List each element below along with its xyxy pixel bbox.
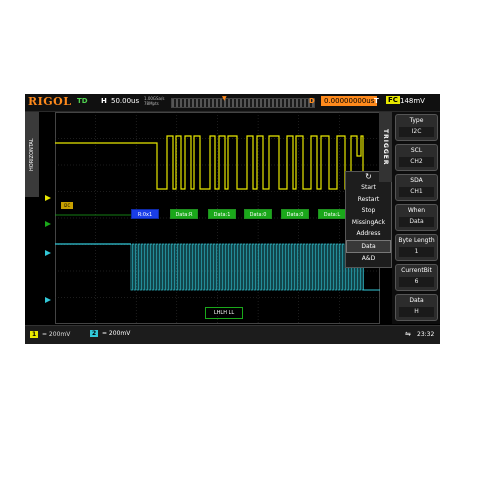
softkey-label: Byte Length bbox=[398, 237, 435, 244]
ch1-vertical-scale[interactable]: = 200mV bbox=[42, 331, 70, 338]
softkey-panel: Type I2C SCL CH2 SDA CH1 When Data Byte … bbox=[392, 112, 440, 324]
softkey-label: SCL bbox=[410, 147, 423, 154]
oscilloscope-screen: RIGOL TD H 50.00us 1.00GSa/s 78Mpts ▼ D … bbox=[25, 94, 440, 344]
menu-option-restart[interactable]: Restart bbox=[346, 194, 391, 206]
data-pattern-readout: LHLH LL bbox=[205, 307, 243, 319]
when-options-popup: ↻ Start Restart Stop MissingAck Address … bbox=[345, 171, 392, 268]
ch2-badge[interactable]: 2 bbox=[90, 330, 99, 337]
softkey-label: Data bbox=[409, 297, 424, 304]
menu-option-missingack[interactable]: MissingAck bbox=[346, 217, 391, 229]
decode-packet: Data:0 bbox=[281, 209, 309, 219]
ch2-clock-pulses bbox=[130, 243, 364, 291]
system-clock: 23:32 bbox=[417, 331, 435, 338]
usb-icon: ⇋ bbox=[405, 330, 411, 338]
menu-option-start[interactable]: Start bbox=[346, 182, 391, 194]
ch1-badge[interactable]: 1 bbox=[30, 331, 39, 338]
softkey-label: Type bbox=[409, 117, 424, 124]
decode-packet: Data:0 bbox=[244, 209, 272, 219]
softkey-label: When bbox=[407, 207, 426, 214]
bottom-status-bar: 1 = 200mV 2 = 200mV ⇋ 23:32 bbox=[25, 325, 440, 344]
softkey-data[interactable]: Data H bbox=[395, 294, 438, 321]
decode-packet-address: R:0x1 bbox=[131, 209, 159, 219]
i2c-bus-tag: I2C bbox=[61, 202, 73, 209]
decode-packet: Data:R bbox=[170, 209, 198, 219]
softkey-label: CurrentBit bbox=[401, 267, 432, 274]
softkey-value: 6 bbox=[399, 277, 434, 287]
softkey-when[interactable]: When Data bbox=[395, 204, 438, 231]
softkey-label: SDA bbox=[410, 177, 423, 184]
menu-option-address[interactable]: Address bbox=[346, 228, 391, 240]
trigger-level-marker[interactable] bbox=[45, 288, 51, 303]
ch1-sda-trace bbox=[55, 135, 364, 190]
softkey-current-bit[interactable]: CurrentBit 6 bbox=[395, 264, 438, 291]
softkey-scl[interactable]: SCL CH2 bbox=[395, 144, 438, 171]
menu-option-stop[interactable]: Stop bbox=[346, 205, 391, 217]
softkey-byte-length[interactable]: Byte Length 1 bbox=[395, 234, 438, 261]
softkey-sda[interactable]: SDA CH1 bbox=[395, 174, 438, 201]
menu-option-data[interactable]: Data bbox=[346, 239, 391, 253]
softkey-value: H bbox=[399, 307, 434, 317]
softkey-value: Data bbox=[399, 217, 434, 227]
softkey-value: I2C bbox=[399, 127, 434, 137]
decode-offset-marker[interactable] bbox=[45, 212, 51, 227]
ch2-offset-marker[interactable] bbox=[45, 241, 51, 256]
softkey-value: 1 bbox=[399, 247, 434, 257]
decode-packet: Data:L bbox=[318, 209, 346, 219]
decode-packet: Data:1 bbox=[208, 209, 236, 219]
trigger-menu-tab[interactable]: TRIGGER bbox=[379, 112, 392, 182]
ch1-offset-marker[interactable] bbox=[45, 186, 51, 201]
ch2-vertical-scale[interactable]: = 200mV bbox=[102, 330, 130, 337]
softkey-value: CH2 bbox=[399, 157, 434, 167]
softkey-value: CH1 bbox=[399, 187, 434, 197]
menu-option-a-and-d[interactable]: A&D bbox=[346, 253, 391, 265]
softkey-type[interactable]: Type I2C bbox=[395, 114, 438, 141]
ch2-clock-burst bbox=[130, 243, 364, 291]
